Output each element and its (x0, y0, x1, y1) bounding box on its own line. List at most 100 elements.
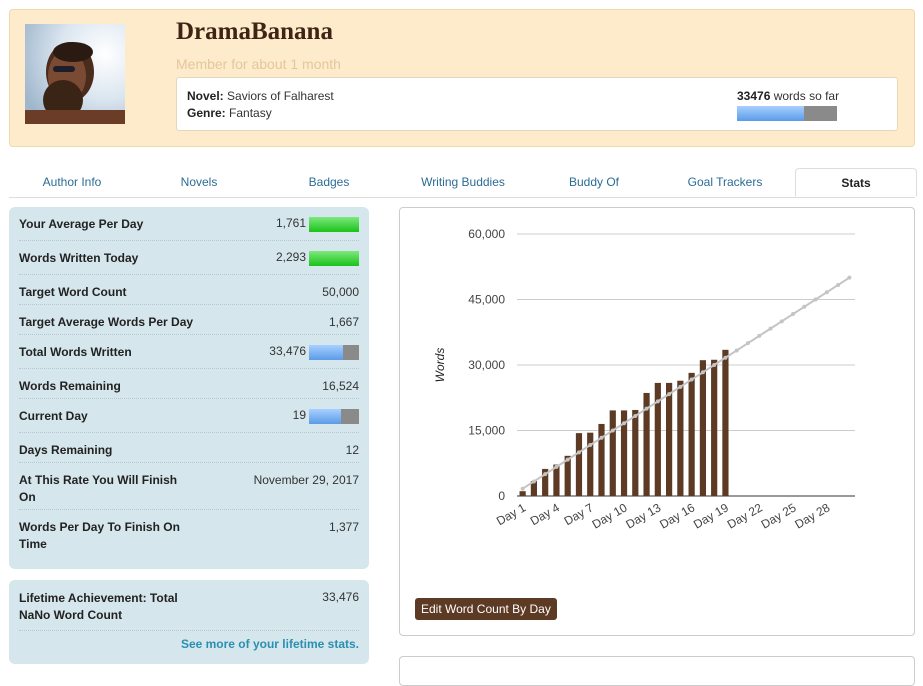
target-point (655, 399, 660, 404)
target-point (700, 370, 705, 375)
words-count: 33476 (737, 89, 771, 103)
stat-bar (309, 345, 359, 360)
target-point (836, 282, 841, 287)
tab-stats[interactable]: Stats (795, 168, 917, 197)
tab-writing-buddies[interactable]: Writing Buddies (395, 168, 531, 197)
x-tick-label: Day 10 (590, 500, 630, 531)
chart-bar (699, 360, 706, 496)
tab-goal-trackers[interactable]: Goal Trackers (657, 168, 793, 197)
target-point (791, 312, 796, 317)
y-tick-label: 45,000 (468, 293, 505, 307)
y-tick-label: 30,000 (468, 358, 505, 372)
stat-bar-fill (309, 251, 359, 266)
novel-title[interactable]: Saviors of Falharest (227, 89, 334, 103)
stat-label: Target Word Count (19, 285, 127, 299)
stat-label: At This Rate You Will Finish On (19, 473, 178, 504)
novel-line: Novel: Saviors of Falharest (187, 89, 334, 103)
stat-row-days-remaining: Days Remaining 12 (19, 433, 359, 463)
chart-bar (609, 410, 616, 496)
target-point (633, 413, 638, 418)
y-axis-label: Words (433, 348, 447, 383)
x-tick-label: Day 13 (623, 500, 663, 531)
tab-buddy-of[interactable]: Buddy Of (531, 168, 657, 197)
stat-number: 1,761 (275, 216, 306, 230)
profile-tabs: Author Info Novels Badges Writing Buddie… (9, 168, 917, 198)
target-point (723, 355, 728, 360)
target-point (689, 377, 694, 382)
lifetime-label: Lifetime Achievement: Total NaNo Word Co… (19, 591, 178, 622)
target-point (802, 304, 807, 309)
stat-number: 19 (292, 408, 306, 422)
x-tick-label: Day 19 (691, 500, 731, 531)
chart-panel: 0 15,000 30,000 45,000 60,000 Words Day 1 Day 4… (399, 207, 915, 636)
member-since: Member for about 1 month (176, 56, 341, 72)
target-point (576, 450, 581, 455)
x-tick-label: Day 22 (725, 500, 765, 531)
x-tick-label: Day 25 (759, 500, 799, 531)
chart-bar (688, 372, 695, 496)
chart-bar (575, 433, 583, 496)
target-point (667, 392, 672, 397)
stat-value: 1,667 (328, 315, 359, 329)
word-count-chart: 0 15,000 30,000 45,000 60,000 Words Day 1 Day 4… (433, 227, 855, 532)
lifetime-value: 33,476 (322, 590, 359, 604)
tab-badges[interactable]: Badges (263, 168, 395, 197)
x-tick-label: Day 28 (792, 500, 832, 531)
stat-bar (309, 217, 359, 232)
genre-value: Fantasy (229, 106, 272, 120)
lifetime-panel: Lifetime Achievement: Total NaNo Word Co… (9, 580, 369, 664)
stat-row-target-word-count: Target Word Count 50,000 (19, 275, 359, 305)
target-point (768, 326, 773, 331)
stat-row-words-remaining: Words Remaining 16,524 (19, 369, 359, 399)
stat-value: 33,476 (269, 343, 359, 360)
stat-row-target-average: Target Average Words Per Day 1,667 (19, 305, 359, 335)
stat-number: 2,293 (275, 250, 306, 264)
stat-bar-fill (309, 345, 343, 360)
target-point (610, 428, 615, 433)
novel-progress-fill (737, 106, 804, 121)
target-point (712, 363, 717, 367)
y-tick-label: 15,000 (468, 424, 505, 438)
chart-bar (587, 432, 594, 496)
novel-summary: Novel: Saviors of Falharest Genre: Fanta… (176, 77, 898, 131)
stat-row-average-per-day: Your Average Per Day 1,761 (19, 207, 359, 241)
target-point (531, 479, 536, 484)
x-tick-label: Day 7 (562, 500, 596, 528)
tab-author-info[interactable]: Author Info (9, 168, 135, 197)
chart-bar (666, 382, 673, 496)
stat-value: 50,000 (322, 285, 359, 299)
stat-value: 16,524 (322, 379, 359, 393)
x-tick-label: Day 1 (494, 500, 528, 528)
tab-novels[interactable]: Novels (135, 168, 263, 197)
stat-row-words-per-day-to-finish: Words Per Day To Finish On Time 1,377 (19, 510, 359, 557)
stat-value: November 29, 2017 (253, 473, 359, 487)
stat-label: Words Written Today (19, 251, 139, 265)
stat-number: 33,476 (269, 344, 306, 358)
stat-label: Total Words Written (19, 345, 132, 359)
stat-row-words-today: Words Written Today 2,293 (19, 241, 359, 275)
divider (19, 630, 359, 631)
target-point (543, 472, 548, 477)
chart-bar (598, 423, 605, 496)
lifetime-stats-link[interactable]: See more of your lifetime stats. (181, 637, 359, 651)
edit-word-count-button[interactable]: Edit Word Count By Day (415, 598, 557, 620)
novel-progress-bar (737, 106, 837, 121)
stat-value: 2,293 (276, 249, 359, 266)
target-line (522, 276, 850, 490)
chart-bar (677, 380, 684, 496)
genre-label: Genre: (187, 106, 226, 120)
target-point (554, 464, 559, 469)
target-point (520, 486, 525, 491)
avatar[interactable] (25, 24, 125, 124)
target-point (779, 319, 784, 324)
stat-bar-fill (309, 217, 359, 232)
stat-value: 19 (293, 407, 359, 424)
target-point (678, 384, 683, 389)
stat-label: Current Day (19, 409, 88, 423)
stat-label: Words Remaining (19, 379, 121, 393)
words-suffix: words so far (773, 89, 840, 103)
username: DramaBanana (176, 18, 333, 45)
target-point (622, 421, 627, 426)
stat-value: 1,761 (276, 215, 359, 232)
target-point (745, 341, 750, 346)
